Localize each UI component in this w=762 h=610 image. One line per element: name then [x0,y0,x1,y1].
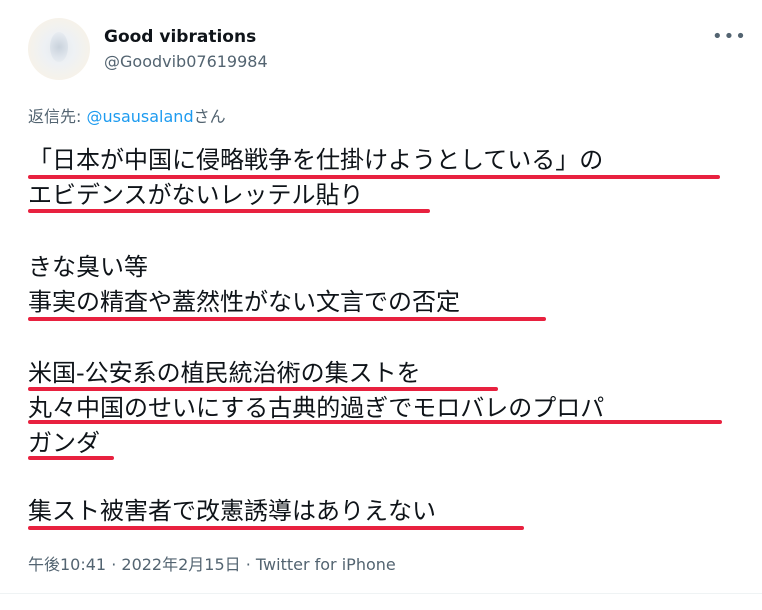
meta-separator: · [240,555,256,574]
tweet-text-line: ガンダ [28,429,100,457]
tweet-text-line: 米国-公安系の植民統治術の集ストを [28,359,421,387]
meta-separator: · [106,555,122,574]
text-underline [28,175,720,179]
tweet-text-line: 「日本が中国に侵略戦争を仕掛けようとしている」の [28,146,604,174]
more-horizontal-icon[interactable]: ••• [712,26,747,47]
reply-to-line: 返信先: @usausalandさん [28,103,226,127]
text-underline [28,317,546,321]
tweet-text-line: エビデンスがないレッテル貼り [28,181,364,209]
tweet-card: Good vibrations @Goodvib07619984 ••• 返信先… [0,0,762,610]
user-handle[interactable]: @Goodvib07619984 [104,52,268,71]
text-underline [28,387,498,391]
reply-suffix: さん [193,107,226,126]
tweet-date[interactable]: 2022年2月15日 [121,555,240,574]
divider [0,593,762,594]
tweet-source[interactable]: Twitter for iPhone [256,555,396,574]
avatar[interactable] [28,18,90,80]
text-underline [28,420,722,424]
tweet-meta: 午後10:41 · 2022年2月15日 · Twitter for iPhon… [28,551,396,575]
tweet-text-line: 集スト被害者で改憲誘導はありえない [28,497,436,525]
reply-mention-link[interactable]: @usausaland [86,107,193,126]
avatar-image [50,32,68,62]
text-underline [28,456,114,460]
reply-prefix: 返信先: [28,107,87,126]
display-name[interactable]: Good vibrations [104,27,256,47]
tweet-text-line: 丸々中国のせいにする古典的過ぎでモロバレのプロパ [28,394,605,422]
text-underline [28,209,430,213]
tweet-time[interactable]: 午後10:41 [28,555,106,574]
tweet-text-line: きな臭い等 [28,253,148,281]
tweet-text-line: 事実の精査や蓋然性がない文言での否定 [28,288,460,316]
text-underline [28,526,524,530]
